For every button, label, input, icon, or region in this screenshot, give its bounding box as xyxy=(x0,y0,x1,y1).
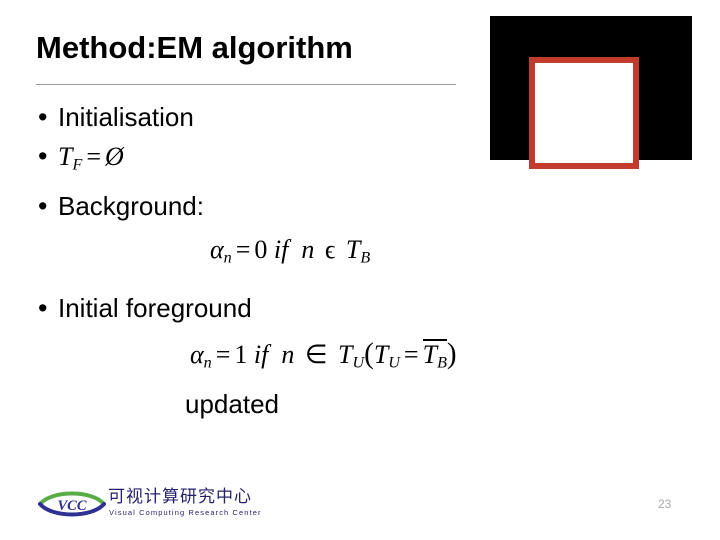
title-divider xyxy=(36,84,456,85)
bullet-label: Initialisation xyxy=(58,102,194,132)
math-token-equals: = xyxy=(235,234,251,264)
math-token-sub-F: F xyxy=(72,156,83,174)
math-token-T: T xyxy=(58,142,73,171)
vcc-logo: VCC 可视计算研究中心 Visual Computing Research C… xyxy=(38,487,268,527)
math-token-equals: = xyxy=(403,340,419,369)
math-token-emptyset: Ø xyxy=(104,142,124,171)
math-token-sub-B: B xyxy=(437,354,447,372)
page-title: Method:EM algorithm xyxy=(36,30,353,65)
math-overline-group: TB xyxy=(422,339,447,372)
math-token-sub-n: n xyxy=(203,354,212,372)
vcc-logo-english-name: Visual Computing Research Center xyxy=(109,508,262,517)
svg-text:VCC: VCC xyxy=(57,498,86,514)
bullet-item-initialisation: • Initialisation xyxy=(30,100,500,134)
bullet-marker-icon: • xyxy=(38,190,48,221)
math-token-element-of: ∈ xyxy=(304,340,328,369)
math-token-if: if xyxy=(273,234,289,264)
math-token-if: if xyxy=(253,340,269,369)
math-token-zero: 0 xyxy=(254,234,268,264)
math-token-alpha: α xyxy=(210,234,224,264)
math-token-paren-open: ( xyxy=(364,338,374,370)
figure-red-bounding-box xyxy=(529,57,639,169)
math-token-T: T xyxy=(345,234,361,264)
updated-label: updated xyxy=(185,388,279,419)
math-token-sub-U: U xyxy=(388,354,400,372)
math-token-T: T xyxy=(422,340,438,369)
vcc-logo-chinese-name: 可视计算研究中心 xyxy=(108,487,252,507)
math-token-T: T xyxy=(373,340,389,369)
bullet-item-initial-foreground: • Initial foreground xyxy=(30,291,500,325)
bullet-marker-icon: • xyxy=(38,102,48,132)
math-token-equals: = xyxy=(86,142,101,171)
math-token-sub-B: B xyxy=(360,249,371,266)
math-token-T: T xyxy=(338,340,353,369)
bullet-item-tf-empty: • TF = Ø xyxy=(30,140,500,183)
bullet-marker-icon: • xyxy=(38,293,48,323)
math-token-alpha: α xyxy=(190,340,204,369)
slide-canvas: Method:EM algorithm • Initialisation • T… xyxy=(0,0,720,540)
math-token-n: n xyxy=(301,234,315,264)
equation-foreground-assignment: αn = 1 if n ∈ TU(TU = TB) xyxy=(190,337,500,381)
bullet-label: Background: xyxy=(58,190,204,221)
bullet-marker-icon: • xyxy=(38,141,48,171)
math-token-equals: = xyxy=(215,340,231,369)
math-token-n: n xyxy=(281,340,295,369)
figure-black-image xyxy=(490,16,692,169)
equation-tf-empty: TF = Ø xyxy=(58,140,124,183)
slide-body: • Initialisation • TF = Ø • Background: αn… xyxy=(30,100,500,421)
title-area: Method:EM algorithm xyxy=(36,28,456,84)
vcc-logo-mark-icon: VCC xyxy=(38,491,106,517)
bullet-label: Initial foreground xyxy=(58,293,252,323)
bullet-item-background: • Background: xyxy=(30,189,500,223)
math-token-sub-U: U xyxy=(352,354,365,372)
math-token-sub-n: n xyxy=(223,249,232,266)
page-number: 23 xyxy=(658,497,672,511)
math-token-paren-close: ) xyxy=(446,338,457,370)
math-token-one: 1 xyxy=(234,340,248,369)
equation-background-assignment: αn = 0 if n ϵ TB xyxy=(210,233,500,276)
math-token-member: ϵ xyxy=(324,234,336,264)
